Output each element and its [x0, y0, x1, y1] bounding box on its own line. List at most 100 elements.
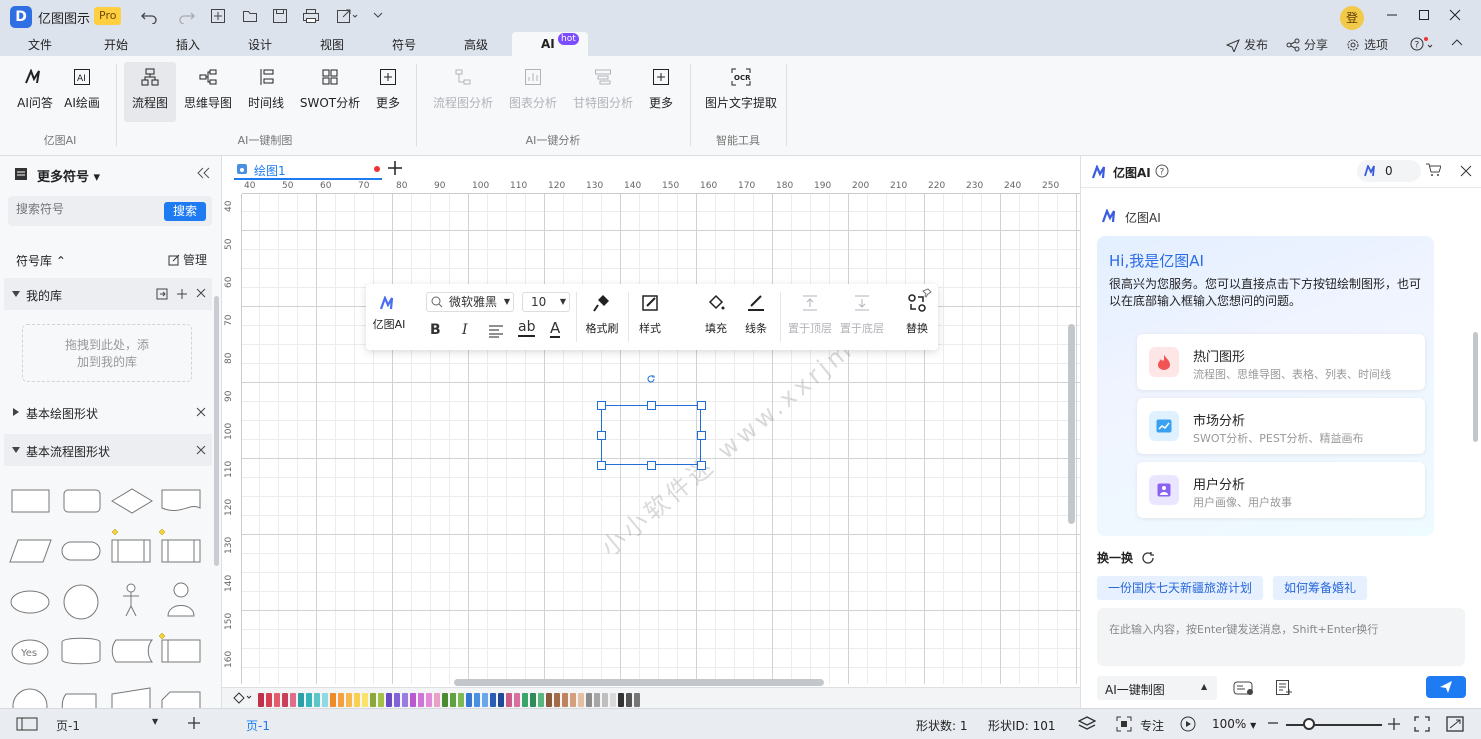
color-swatch[interactable]	[514, 693, 520, 707]
resize-handle[interactable]	[597, 431, 606, 440]
tab-design[interactable]: 设计	[235, 36, 285, 53]
color-swatch[interactable]	[594, 693, 600, 707]
page-tab-active[interactable]: 页-1	[246, 717, 270, 734]
save-icon[interactable]	[272, 8, 288, 24]
analysis-more-button[interactable]: 更多	[645, 66, 677, 111]
color-swatch[interactable]	[634, 693, 640, 707]
resize-handle[interactable]	[597, 461, 606, 470]
options-button[interactable]: 选项	[1346, 36, 1388, 53]
underline-ab-icon[interactable]: ab	[518, 319, 536, 337]
resize-handle[interactable]	[697, 431, 706, 440]
tab-symbol[interactable]: 符号	[379, 36, 429, 53]
user-analysis-card[interactable]: 用户分析 用户画像、用户故事	[1137, 462, 1425, 518]
ai-credits[interactable]: 0	[1357, 160, 1421, 182]
maximize-icon[interactable]	[1418, 9, 1430, 21]
export-icon[interactable]	[336, 8, 358, 24]
zoom-slider-thumb[interactable]	[1303, 718, 1315, 730]
stored-data-shape[interactable]	[111, 639, 154, 663]
redo-icon[interactable]	[178, 8, 196, 24]
close-window-icon[interactable]	[1449, 9, 1461, 21]
color-swatch[interactable]	[394, 693, 400, 707]
open-folder-icon[interactable]	[242, 8, 258, 24]
ocr-button[interactable]: OCR 图片文字提取	[702, 66, 780, 111]
user-shape[interactable]	[167, 582, 195, 617]
share-button[interactable]: 分享	[1286, 36, 1328, 53]
color-swatch[interactable]	[362, 693, 368, 707]
font-size-select[interactable]: 10 ▼	[522, 292, 570, 312]
focus-icon[interactable]	[1116, 716, 1132, 732]
color-swatch[interactable]	[426, 693, 432, 707]
suggestion-chip-2[interactable]: 如何筹备婚礼	[1273, 576, 1368, 600]
color-swatch[interactable]	[538, 693, 544, 707]
color-swatch[interactable]	[418, 693, 424, 707]
ai-input-box[interactable]: 在此输入内容，按Enter键发送消息，Shift+Enter换行	[1097, 608, 1465, 666]
circle-shape[interactable]	[63, 584, 99, 620]
color-swatch[interactable]	[554, 693, 560, 707]
refresh-suggestions[interactable]: 换一换	[1097, 549, 1155, 566]
bold-icon[interactable]: B	[430, 322, 441, 338]
style-button[interactable]: 样式	[634, 294, 666, 336]
ai-swot-button[interactable]: SWOT分析	[298, 66, 362, 111]
bring-to-front-button[interactable]: 置于顶层	[786, 294, 834, 336]
color-swatch[interactable]	[434, 693, 440, 707]
close-ai-panel-icon[interactable]	[1460, 165, 1472, 177]
fill-bucket-icon[interactable]	[232, 691, 252, 705]
collapse-panel-icon[interactable]	[196, 167, 210, 179]
color-swatch[interactable]	[402, 693, 408, 707]
actor-shape[interactable]	[123, 583, 139, 617]
doc-tab[interactable]: 绘图1	[234, 158, 382, 180]
my-library-header[interactable]: 我的库	[4, 278, 212, 310]
document-shape[interactable]	[161, 489, 201, 512]
new-page-icon[interactable]	[210, 8, 226, 24]
send-message-button[interactable]	[1426, 676, 1466, 698]
ai-panel-scrollbar[interactable]	[1473, 332, 1478, 442]
publish-button[interactable]: 发布	[1226, 36, 1268, 53]
ai-mode-select[interactable]: AI一键制图 ▲	[1097, 676, 1217, 700]
panel-scrollbar[interactable]	[214, 296, 219, 566]
flowchart-analysis-button[interactable]: 流程图分析	[430, 66, 496, 111]
my-library-dropzone[interactable]: 拖拽到此处，添 加到我的库	[22, 324, 192, 382]
add-page-icon[interactable]	[188, 717, 200, 729]
add-icon[interactable]	[176, 288, 188, 300]
fill-button[interactable]: 填充	[700, 294, 732, 336]
cart-icon[interactable]	[1425, 163, 1441, 177]
color-swatch[interactable]	[442, 693, 448, 707]
format-brush-button[interactable]: 格式刷	[582, 294, 622, 336]
chart-analysis-button[interactable]: 图表分析	[506, 66, 560, 111]
terminator-shape[interactable]	[61, 541, 101, 561]
color-swatch[interactable]	[482, 693, 488, 707]
ai-flowchart-button[interactable]: 流程图	[128, 66, 172, 111]
color-swatch[interactable]	[266, 693, 272, 707]
color-swatch[interactable]	[282, 693, 288, 707]
play-icon[interactable]	[1180, 716, 1196, 732]
color-swatch[interactable]	[498, 693, 504, 707]
symbol-search-input[interactable]	[16, 202, 156, 216]
gantt-analysis-button[interactable]: 甘特图分析	[570, 66, 636, 111]
color-swatch[interactable]	[450, 693, 456, 707]
color-swatch[interactable]	[506, 693, 512, 707]
page-view-toggle-icon[interactable]	[16, 717, 38, 731]
color-swatch[interactable]	[610, 693, 616, 707]
display-shape[interactable]	[61, 693, 97, 708]
replace-button[interactable]: 替换	[900, 294, 934, 336]
decision-shape[interactable]	[111, 488, 153, 514]
close-icon[interactable]	[196, 445, 206, 455]
color-swatch[interactable]	[546, 693, 552, 707]
color-swatch[interactable]	[386, 693, 392, 707]
color-swatch[interactable]	[626, 693, 632, 707]
tab-advanced[interactable]: 高级	[451, 36, 501, 53]
symbol-search-button[interactable]: 搜索	[164, 202, 206, 221]
close-icon[interactable]	[196, 407, 206, 417]
connector-shape[interactable]	[12, 688, 48, 708]
resize-handle[interactable]	[597, 401, 606, 410]
resize-handle[interactable]	[647, 401, 656, 410]
fullscreen-icon[interactable]	[1446, 716, 1464, 732]
italic-icon[interactable]: I	[462, 322, 468, 338]
align-icon[interactable]	[488, 324, 504, 338]
manage-button[interactable]: 管理	[168, 251, 207, 268]
ellipse-shape[interactable]	[10, 590, 50, 614]
close-icon[interactable]	[196, 288, 206, 298]
collapse-ribbon-icon[interactable]	[1451, 38, 1463, 48]
hot-shapes-card[interactable]: 热门图形 流程图、思维导图、表格、列表、时间线	[1137, 334, 1425, 390]
tab-view[interactable]: 视图	[307, 36, 357, 53]
